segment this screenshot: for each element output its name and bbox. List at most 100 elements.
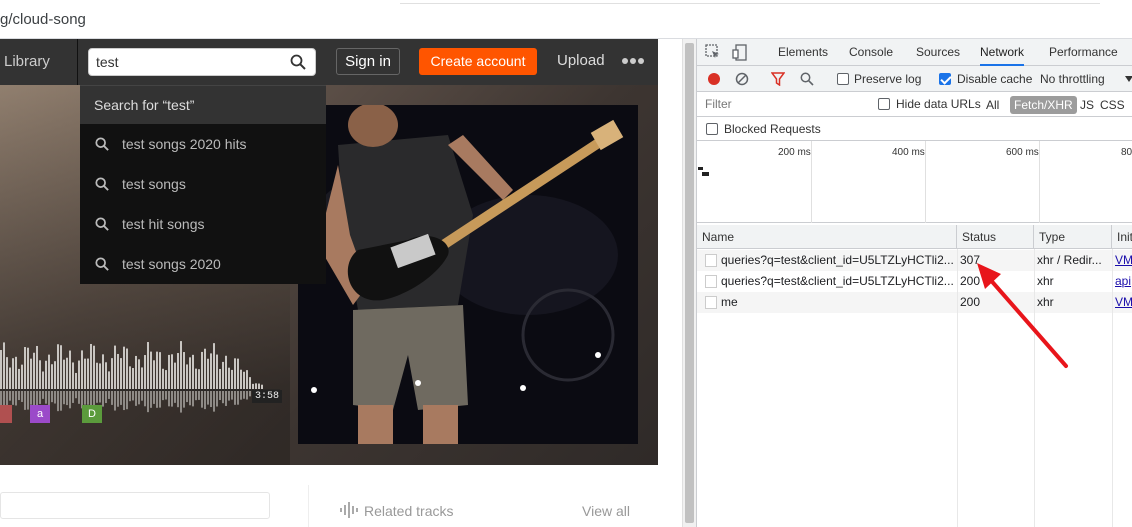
url-text[interactable]: g/cloud-song [0,11,86,28]
network-overview[interactable]: 200 ms 400 ms 600 ms 800 [697,141,1132,223]
waveform-bar [84,358,86,389]
filter-icon[interactable] [771,72,785,86]
search-icon [95,257,109,271]
waveform-bar [132,368,134,389]
upload-link[interactable]: Upload [557,52,605,69]
nav-library[interactable]: Library [0,39,78,85]
timeline-tick: 200 ms [778,147,811,158]
artwork-image [298,105,638,444]
waveform-icon [340,502,358,518]
filter-bar: Filter Hide data URLs All Fetch/XHR JS C… [697,92,1132,117]
waveform-bar-reflection [141,391,143,401]
waveform-bar [126,348,128,389]
request-name[interactable]: queries?q=test&client_id=U5LTZLyHCTli2..… [717,250,953,271]
timeline-gridline [811,141,812,223]
waveform-bar [237,358,239,389]
waveform-bar-reflection [207,391,209,405]
waveform-bar-reflection [135,391,137,406]
blocked-requests-checkbox[interactable] [706,123,718,135]
comment-avatar[interactable]: a [30,405,50,423]
waveform-bar-reflection [216,391,218,407]
comment-avatar[interactable]: D [82,405,102,423]
scrollbar-thumb[interactable] [685,43,694,523]
comment-input[interactable] [0,492,270,519]
waveform-bar-reflection [231,391,233,400]
tab-network[interactable]: Network [980,39,1025,66]
view-all-link[interactable]: View all [582,503,630,519]
waveform-bar-reflection [174,391,176,403]
suggestion-item[interactable]: test hit songs [80,204,326,244]
request-initiator[interactable]: VM [1111,292,1132,313]
search-icon [95,137,109,151]
filter-type-all[interactable]: All [982,96,1003,114]
browser-address-bar[interactable]: g/cloud-song [0,0,1132,39]
waveform-bar [6,357,8,389]
filter-type-fetch-xhr[interactable]: Fetch/XHR [1010,96,1077,114]
search-icon [95,177,109,191]
waveform-bar-reflection [96,391,98,403]
column-header-name[interactable]: Name [697,225,957,249]
waveform-bar-reflection [51,391,53,403]
throttling-select[interactable]: No throttling [1040,72,1105,86]
timeline-gridline [1039,141,1040,223]
filter-input[interactable]: Filter [701,95,864,114]
waveform-bar [54,361,56,389]
waveform-bar [198,369,200,389]
waveform-bar [243,371,245,389]
search-for-query[interactable]: Search for “test” [80,86,326,124]
request-initiator[interactable]: api [1111,271,1132,292]
waveform-bar [174,362,176,389]
waveform-bar-reflection [63,391,65,405]
search-box[interactable] [88,48,316,76]
waveform-bar-reflection [102,391,104,407]
tab-sources[interactable]: Sources [916,39,960,66]
waveform-bar-reflection [147,391,149,413]
sign-in-button[interactable]: Sign in [336,48,400,75]
filter-type-css[interactable]: CSS [1096,96,1129,114]
tab-performance[interactable]: Performance [1049,39,1118,66]
search-icon[interactable] [800,72,814,86]
waveform-bar [36,345,38,389]
request-name[interactable]: me [717,292,953,313]
waveform-bar-reflection [126,391,128,410]
request-name[interactable]: queries?q=test&client_id=U5LTZLyHCTli2..… [717,271,953,292]
waveform-bar [60,345,62,389]
column-header-status[interactable]: Status [957,225,1034,249]
waveform-bar-reflection [57,391,59,412]
create-account-button[interactable]: Create account [419,48,537,75]
device-toolbar-icon[interactable] [732,44,748,61]
track-artwork[interactable] [298,105,638,444]
comment-avatar[interactable] [0,405,12,423]
tab-console[interactable]: Console [849,39,893,66]
column-header-type[interactable]: Type [1034,225,1112,249]
suggestion-item[interactable]: test songs [80,164,326,204]
column-header-initiator[interactable]: Init [1112,225,1132,249]
filter-type-js[interactable]: JS [1076,96,1098,114]
waveform-bar [228,367,230,389]
waveform-bar [207,358,209,389]
waveform-bar-reflection [150,391,152,408]
tab-elements[interactable]: Elements [778,39,828,66]
waveform-bar [9,367,11,389]
waveform-bar-reflection [87,391,89,405]
clear-icon[interactable] [735,72,749,86]
site-header: Library Sign in Create account Upload [0,39,658,85]
search-input[interactable] [89,49,289,75]
waveform-bar-reflection [72,391,74,403]
tab-strip-edge [400,0,1100,4]
more-options-icon[interactable] [622,53,648,69]
suggestion-item[interactable]: test songs 2020 [80,244,326,284]
search-icon[interactable] [290,54,306,70]
page-scrollbar[interactable] [682,39,696,527]
resource-icon [705,254,717,267]
request-initiator[interactable]: VM [1111,250,1132,271]
waveform-bar-reflection [27,391,29,410]
preserve-log-checkbox[interactable] [837,73,849,85]
waveform-bar-reflection [162,391,164,401]
hide-data-urls-checkbox[interactable] [878,98,890,110]
chevron-down-icon[interactable] [1125,76,1132,82]
record-icon[interactable] [708,73,720,85]
inspect-element-icon[interactable] [705,44,721,60]
disable-cache-checkbox[interactable] [939,73,951,85]
suggestion-item[interactable]: test songs 2020 hits [80,124,326,164]
